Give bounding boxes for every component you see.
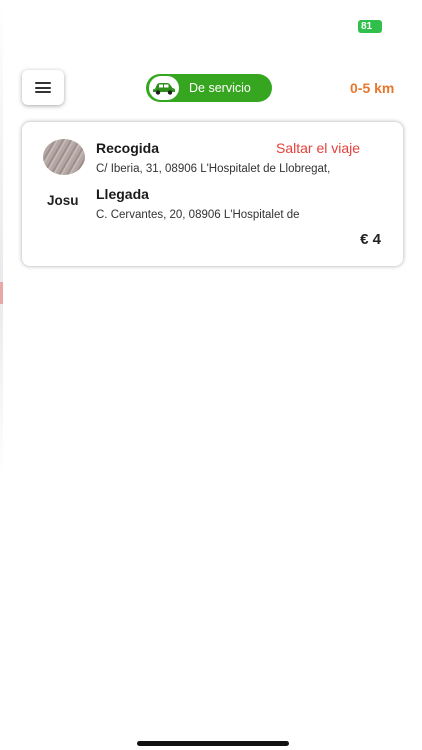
car-icon xyxy=(153,83,175,95)
dropoff-address: C. Cervantes, 20, 08906 L'Hospitalet de xyxy=(96,209,300,221)
distance-filter[interactable]: 0-5 km xyxy=(350,80,394,96)
status-bar: 81 xyxy=(0,0,422,50)
toggle-knob xyxy=(149,76,179,100)
avatar xyxy=(43,139,85,175)
battery-icon: 81 xyxy=(358,20,382,33)
skip-trip-button[interactable]: Saltar el viaje xyxy=(276,140,360,156)
home-indicator[interactable] xyxy=(137,741,289,746)
service-status-toggle[interactable]: De servicio xyxy=(146,74,272,102)
passenger-name: Josu xyxy=(47,193,79,208)
trip-card[interactable]: Josu Recogida Saltar el viaje C/ Iberia,… xyxy=(22,122,403,266)
pickup-title: Recogida xyxy=(96,140,160,156)
trip-fare: € 4 xyxy=(360,231,381,248)
background-app-edge-mark xyxy=(0,282,3,304)
background-app-edge xyxy=(0,0,3,480)
app-screen: 81 De servicio 0-5 km Josu Recogida Salt… xyxy=(0,0,422,750)
menu-button[interactable] xyxy=(22,70,64,105)
service-status-label: De servicio xyxy=(189,81,251,95)
battery-level: 81 xyxy=(361,21,373,32)
hamburger-menu-icon xyxy=(35,82,51,93)
dropoff-title: Llegada xyxy=(96,186,149,202)
pickup-address: C/ Iberia, 31, 08906 L'Hospitalet de Llo… xyxy=(96,163,331,175)
